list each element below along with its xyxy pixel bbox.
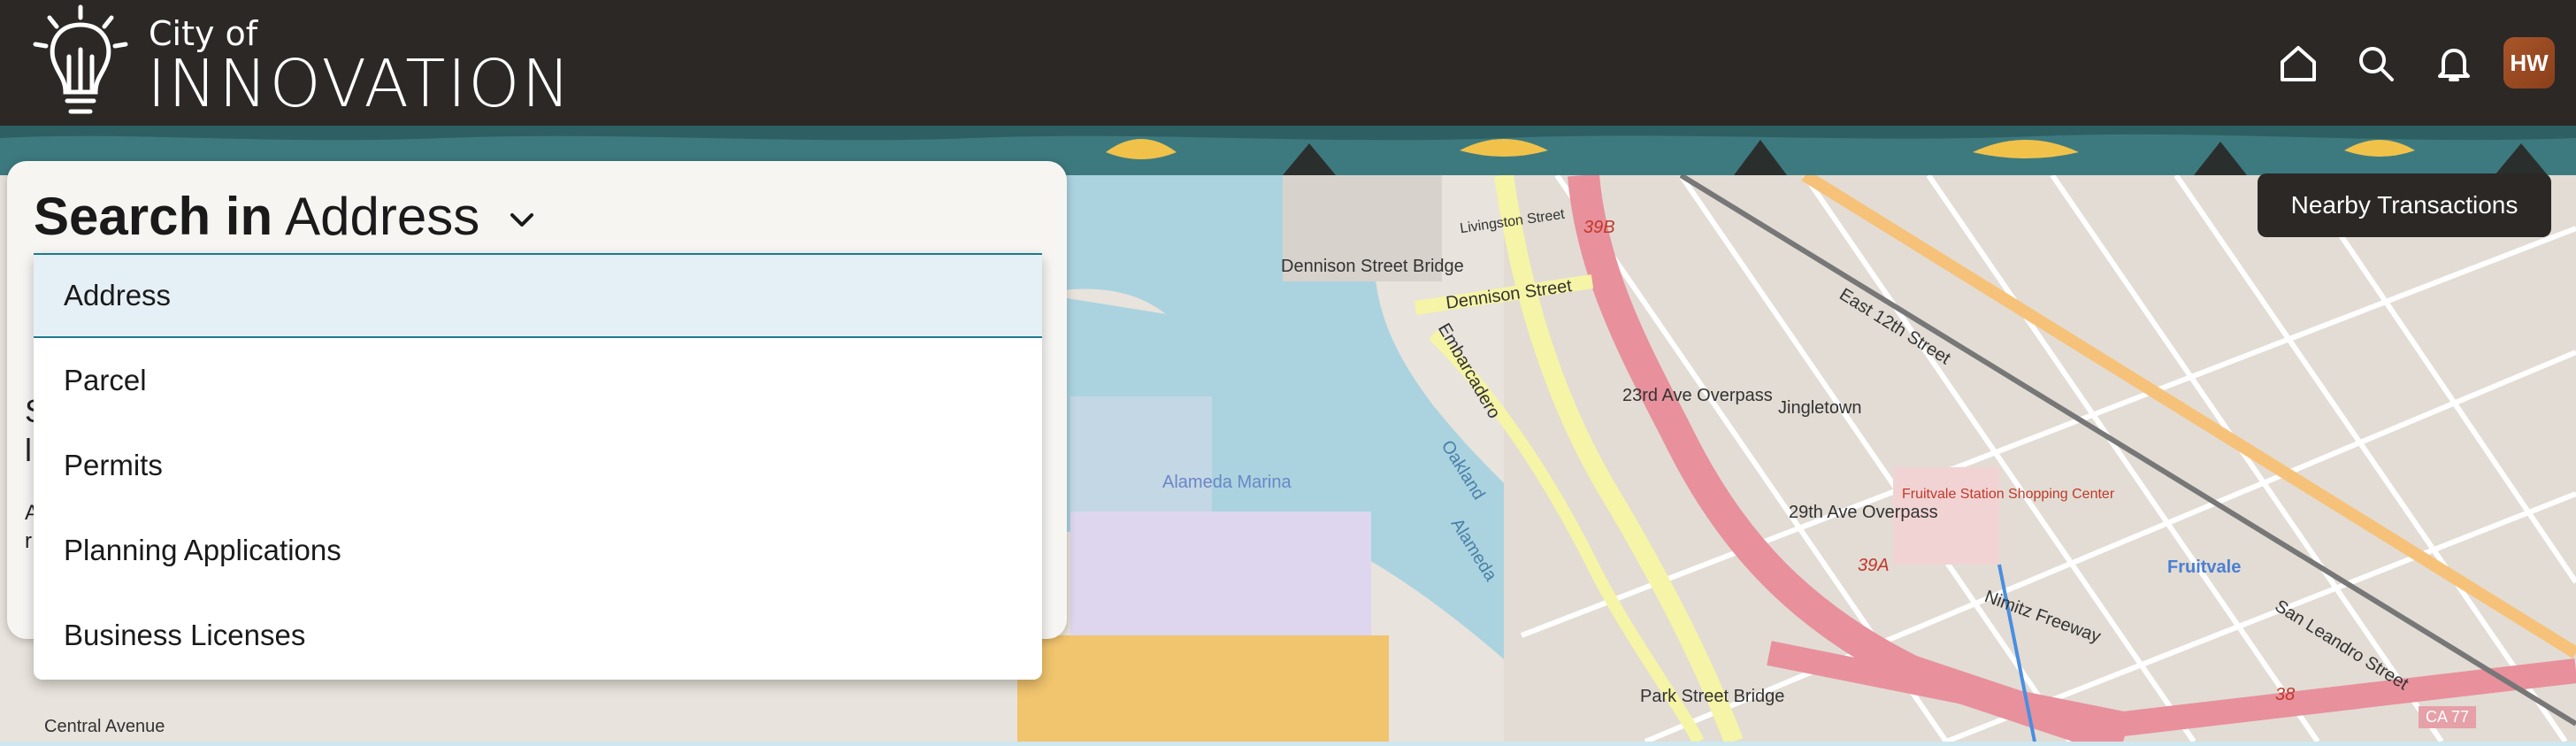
east-land <box>1504 175 2576 742</box>
brand-big-text: INNOVATION <box>147 46 572 122</box>
search-scope-dropdown: Address Parcel Permits Planning Applicat… <box>34 253 1042 680</box>
search-scope-selector[interactable]: Search in Address <box>34 186 537 247</box>
map-label: Dennison Street Bridge <box>1281 257 1464 276</box>
map-label: CA 77 <box>2419 706 2477 728</box>
search-icon <box>2359 47 2394 81</box>
search-scope-value: Address <box>285 187 480 246</box>
map-label: 38 <box>2275 685 2296 704</box>
map-label: 39B <box>1583 218 1615 237</box>
search-button[interactable] <box>2351 39 2401 88</box>
bell-icon <box>2438 49 2470 81</box>
user-avatar[interactable]: HW <box>2503 37 2555 88</box>
home-icon <box>2281 46 2316 81</box>
notifications-button[interactable] <box>2429 39 2479 88</box>
obscured-text: r <box>25 529 32 553</box>
nearby-transactions-button[interactable]: Nearby Transactions <box>2258 173 2551 237</box>
dropdown-option-business-licenses[interactable]: Business Licenses <box>34 593 1042 678</box>
map-label: 29th Ave Overpass <box>1789 503 1938 522</box>
top-bar: City of INNOVATION HW <box>0 0 2576 126</box>
south-blocks <box>1017 635 1389 742</box>
avatar-initials: HW <box>2510 49 2549 76</box>
chevron-down-icon <box>510 213 533 227</box>
dropdown-option-planning-applications[interactable]: Planning Applications <box>34 508 1042 593</box>
map-label: Fruitvale <box>2167 558 2242 577</box>
map-label: Jingletown <box>1778 398 1862 418</box>
obscured-text: l <box>25 432 32 468</box>
dropdown-option-permits[interactable]: Permits <box>34 423 1042 508</box>
map-label: Alameda Marina <box>1162 473 1292 492</box>
option-label: Planning Applications <box>64 534 341 566</box>
marina <box>1070 396 1212 511</box>
home-button[interactable] <box>2273 39 2323 88</box>
lightbulb-logo-icon <box>33 4 128 114</box>
search-in-label: Search in <box>34 187 273 246</box>
dropdown-option-address[interactable]: Address <box>34 253 1042 338</box>
option-label: Address <box>64 279 172 311</box>
map-label: Central Avenue <box>44 717 165 736</box>
map-label: Park Street Bridge <box>1640 687 1785 706</box>
option-label: Business Licenses <box>64 619 306 651</box>
map-label: 23rd Ave Overpass <box>1622 386 1773 405</box>
map-label: Fruitvale Station Shopping Center <box>1902 487 2115 502</box>
map-label: 39A <box>1858 556 1890 575</box>
option-label: Permits <box>64 449 163 481</box>
dropdown-option-parcel[interactable]: Parcel <box>34 338 1042 423</box>
option-label: Parcel <box>64 364 147 396</box>
